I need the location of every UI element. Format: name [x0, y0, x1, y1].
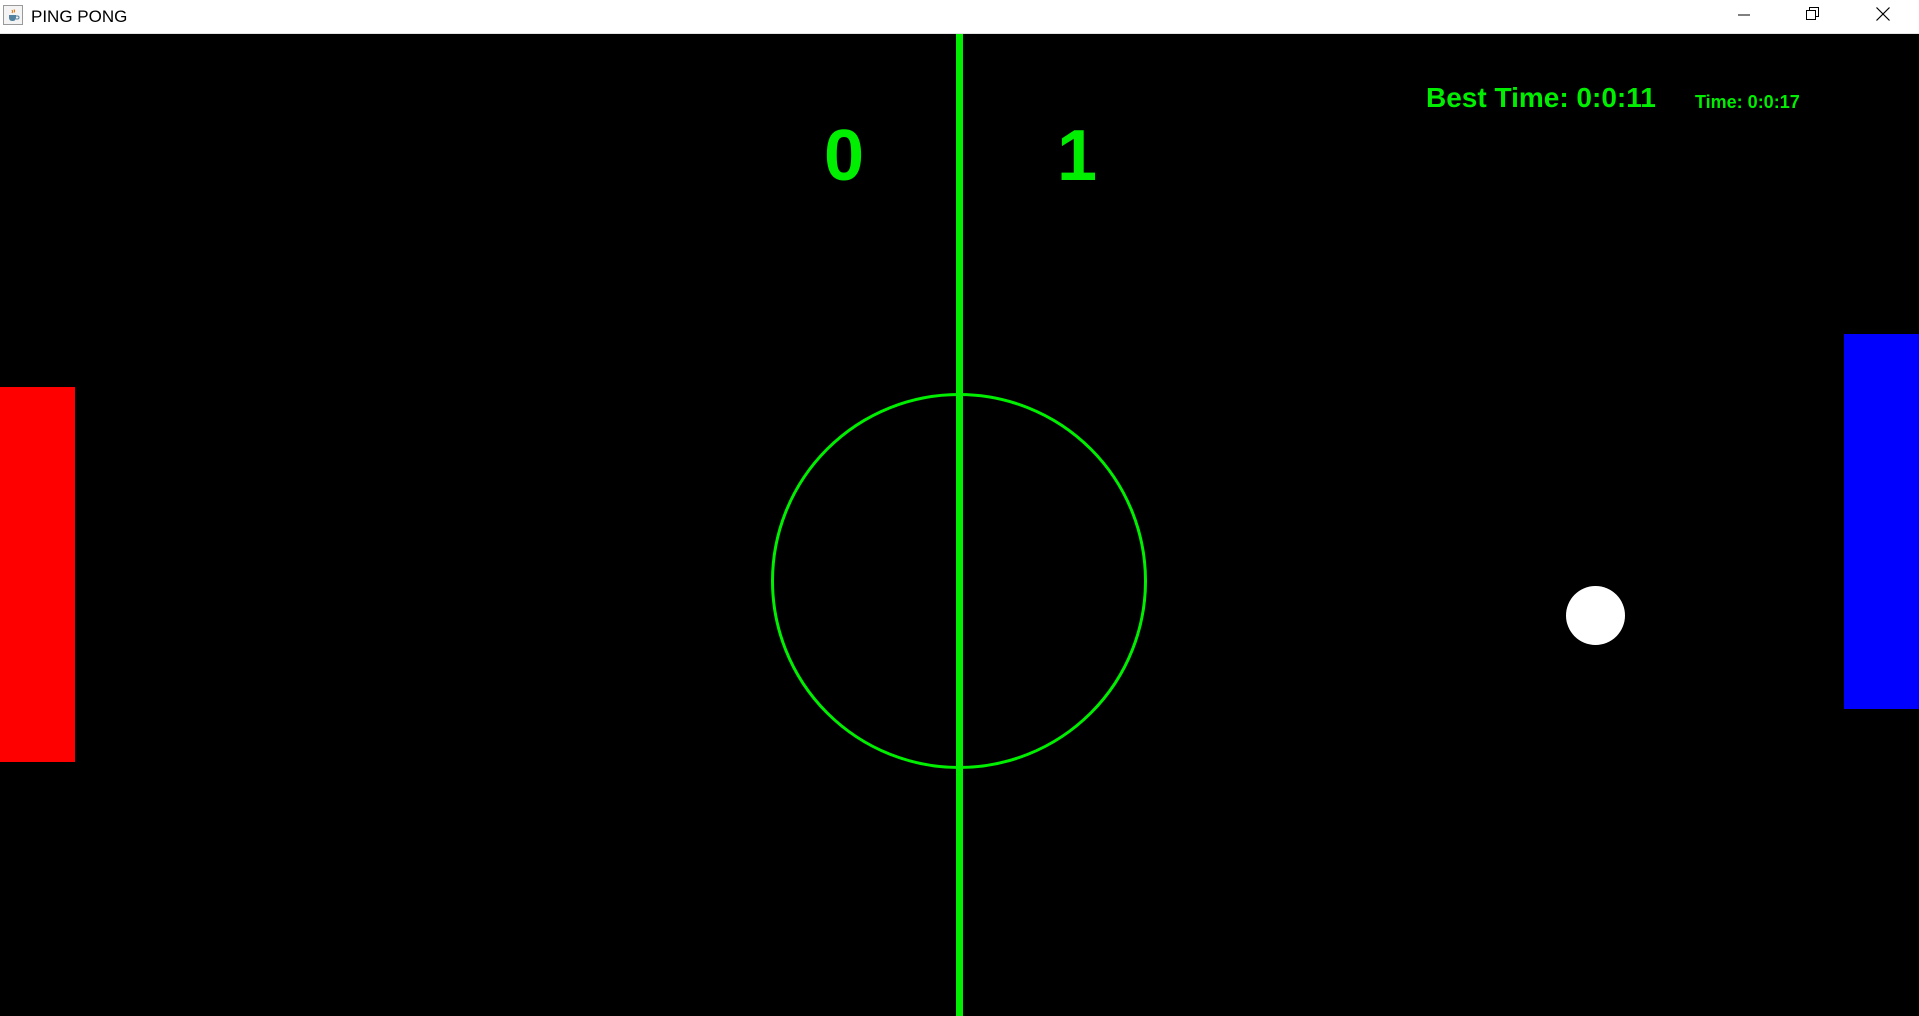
java-cup-icon: [3, 5, 23, 25]
ball: [1566, 586, 1625, 645]
center-circle: [771, 393, 1147, 769]
best-time-label: Best Time: 0:0:11: [1426, 82, 1656, 113]
restore-button[interactable]: [1778, 0, 1848, 33]
restore-icon: [1806, 7, 1820, 26]
minimize-icon: [1738, 8, 1750, 26]
window-title: PING PONG: [31, 7, 128, 26]
close-icon: [1876, 7, 1890, 26]
minimize-button[interactable]: [1709, 0, 1779, 33]
current-time-label: Time: 0:0:17: [1695, 92, 1800, 112]
left-player-score: 0: [824, 116, 865, 196]
right-player-score: 1: [1057, 116, 1098, 196]
right-paddle[interactable]: [1844, 334, 1919, 709]
game-canvas[interactable]: 0 1 Best Time: 0:0:11 Time: 0:0:17: [0, 34, 1919, 1016]
game-window: PING PONG 0 1 Best Time: 0:0:11 Time: 0:…: [0, 0, 1919, 1016]
title-bar[interactable]: PING PONG: [0, 0, 1919, 34]
left-paddle[interactable]: [0, 387, 75, 762]
close-button[interactable]: [1848, 0, 1918, 33]
